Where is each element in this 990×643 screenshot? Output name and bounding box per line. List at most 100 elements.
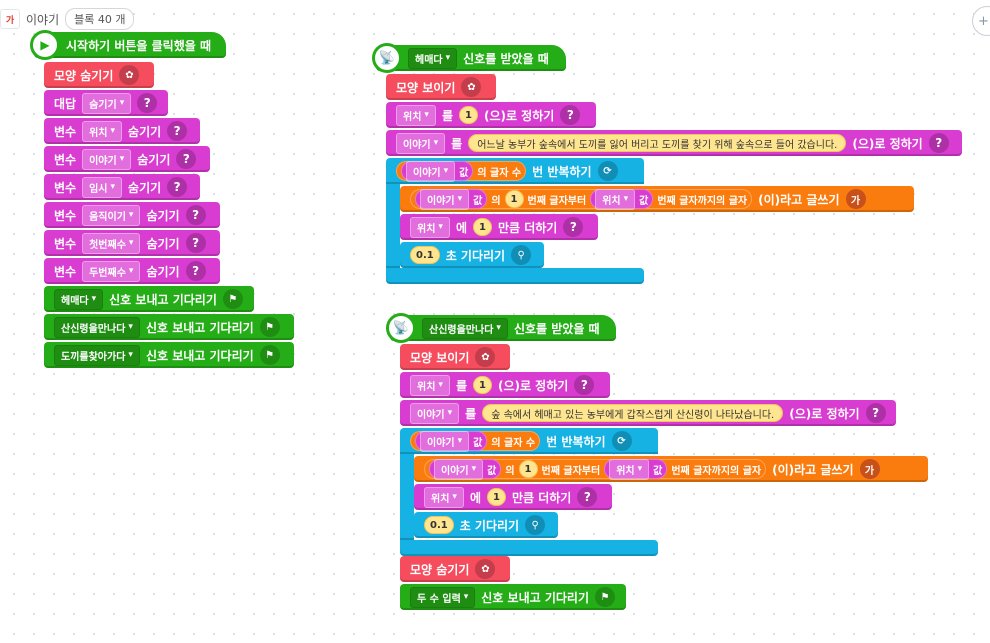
seconds-input[interactable]: 0.1 xyxy=(410,246,440,264)
wait-block[interactable]: 0.1 초 기다리기 ⚲ xyxy=(414,512,558,538)
variable-dropdown[interactable]: 위치 xyxy=(82,120,123,142)
block-count-badge: 블록 40 개 xyxy=(65,8,135,30)
var-hide-block[interactable]: 변수 움직이기 숨기기 ? xyxy=(44,202,220,228)
var-hide-block[interactable]: 변수 첫번째수 숨기기 ? xyxy=(44,230,220,256)
substring-reporter[interactable]: 이야기 값 의 1 번째 글자부터 위치 값 번째 글자까지의 글자 xyxy=(410,188,753,210)
value-input[interactable]: 1 xyxy=(458,106,478,124)
set-variable-block[interactable]: 이야기 를 어느날 농부가 숲속에서 도끼를 잃어 버리고 도끼를 찾기 위해 … xyxy=(386,130,962,156)
start-hat-block[interactable]: ▶ 시작하기 버튼을 클릭했을 때 xyxy=(30,30,226,60)
substring-reporter[interactable]: 이야기 값 의 1 번째 글자부터 위치 값 번째 글자까지의 글자 xyxy=(424,458,767,480)
variable-value-reporter[interactable]: 위치 값 xyxy=(604,458,668,480)
help-icon[interactable]: ? xyxy=(185,233,206,253)
variable-value-reporter[interactable]: 위치 값 xyxy=(590,188,654,210)
signal-dropdown[interactable]: 산신령을만나다 xyxy=(54,316,140,338)
answer-dropdown[interactable]: 숨기기 xyxy=(82,92,132,114)
variable-value-reporter[interactable]: 이야기 값 xyxy=(401,160,474,182)
block-suffix: 숨기기 xyxy=(137,152,171,167)
variable-dropdown[interactable]: 위치 xyxy=(396,104,436,126)
add-variable-block[interactable]: 위치 에 1 만큼 더하기 ? xyxy=(414,484,612,510)
string-input[interactable]: 어느날 농부가 숲속에서 도끼를 잃어 버리고 도끼를 찾기 위해 숲속으로 들… xyxy=(468,134,847,152)
set-variable-block[interactable]: 이야기 를 숲 속에서 헤매고 있는 농부에게 갑작스럽게 산신령이 나타났습니… xyxy=(400,400,896,426)
signal-hat-block[interactable]: 📡 산신령을만나다 신호를 받았을 때 xyxy=(386,313,616,343)
send-signal-block[interactable]: 두 수 입력 신호 보내고 기다리기 ⚑ xyxy=(400,584,626,610)
variable-dropdown[interactable]: 위치 xyxy=(410,374,450,396)
help-icon[interactable]: ? xyxy=(574,375,595,395)
start-index-input[interactable]: 1 xyxy=(518,460,538,478)
help-icon[interactable]: ? xyxy=(176,149,197,169)
object-name: 이야기 xyxy=(26,12,60,27)
help-icon[interactable]: ? xyxy=(167,121,188,141)
variable-dropdown[interactable]: 이야기 xyxy=(420,188,470,210)
repeat-block-foot xyxy=(400,540,658,556)
add-variable-block[interactable]: 위치 에 1 만큼 더하기 ? xyxy=(400,214,598,240)
variable-value-reporter[interactable]: 이야기 값 xyxy=(429,458,502,480)
block-suffix: (이)라고 글쓰기 xyxy=(758,192,840,207)
answer-hide-block[interactable]: 대답 숨기기 ? xyxy=(44,90,168,116)
help-icon[interactable]: ? xyxy=(185,205,206,225)
length-reporter[interactable]: 이야기 값 의 글자 수 xyxy=(410,430,541,452)
variable-dropdown[interactable]: 이야기 xyxy=(406,160,456,182)
variable-dropdown[interactable]: 이야기 xyxy=(396,132,446,154)
variable-dropdown[interactable]: 위치 xyxy=(609,458,650,480)
signal-hat-block[interactable]: 📡 헤매다 신호를 받았을 때 xyxy=(372,43,566,73)
var-hide-block[interactable]: 변수 위치 숨기기 ? xyxy=(44,118,200,144)
variable-dropdown[interactable]: 이야기 xyxy=(420,430,470,452)
var-hide-block[interactable]: 변수 이야기 숨기기 ? xyxy=(44,146,210,172)
send-signal-block[interactable]: 헤매다 신호 보내고 기다리기 ⚑ xyxy=(44,286,254,312)
set-variable-block[interactable]: 위치 를 1 (으)로 정하기 ? xyxy=(386,102,596,128)
variable-value-reporter[interactable]: 이야기 값 xyxy=(415,188,488,210)
help-icon[interactable]: ? xyxy=(167,177,188,197)
flag-icon: ⚑ xyxy=(595,587,616,607)
variable-dropdown[interactable]: 위치 xyxy=(595,188,636,210)
signal-dropdown[interactable]: 헤매다 xyxy=(408,47,458,69)
variable-value-reporter[interactable]: 이야기 값 xyxy=(415,430,488,452)
block-label: 에 xyxy=(455,220,467,235)
hide-shape-block[interactable]: 모양 숨기기 ✿ xyxy=(44,62,154,88)
help-icon[interactable]: ? xyxy=(928,133,949,153)
send-signal-block[interactable]: 도끼를찾아가다 신호 보내고 기다리기 ⚑ xyxy=(44,342,294,368)
variable-dropdown[interactable]: 움직이기 xyxy=(82,204,141,226)
signal-dropdown[interactable]: 산신령을만나다 xyxy=(422,317,508,339)
set-variable-block[interactable]: 위치 를 1 (으)로 정하기 ? xyxy=(400,372,610,398)
block-label: 신호 보내고 기다리기 xyxy=(109,292,217,307)
help-icon[interactable]: ? xyxy=(865,403,886,423)
value-input[interactable]: 1 xyxy=(486,488,506,506)
help-icon[interactable]: ? xyxy=(137,93,158,113)
show-shape-block[interactable]: 모양 보이기 ✿ xyxy=(400,344,510,370)
signal-dropdown[interactable]: 두 수 입력 xyxy=(410,586,476,608)
repeat-block[interactable]: 이야기 값 의 글자 수 번 반복하기 ⟳ xyxy=(400,428,658,454)
variable-dropdown[interactable]: 위치 xyxy=(410,216,450,238)
write-text-block[interactable]: 이야기 값 의 1 번째 글자부터 위치 값 번째 글자까지의 글자 (이)라고… xyxy=(400,186,914,212)
show-shape-block[interactable]: 모양 보이기 ✿ xyxy=(386,74,496,100)
value-input[interactable]: 1 xyxy=(472,376,492,394)
variable-dropdown[interactable]: 임시 xyxy=(82,176,123,198)
variable-dropdown[interactable]: 첫번째수 xyxy=(82,232,141,254)
signal-dropdown[interactable]: 헤매다 xyxy=(54,288,104,310)
signal-dropdown[interactable]: 도끼를찾아가다 xyxy=(54,344,140,366)
variable-dropdown[interactable]: 이야기 xyxy=(410,402,460,424)
hide-shape-block[interactable]: 모양 숨기기 ✿ xyxy=(400,556,510,582)
zoom-button[interactable]: + xyxy=(972,6,990,36)
block-label: 모양 숨기기 xyxy=(54,68,114,83)
help-icon[interactable]: ? xyxy=(563,217,584,237)
help-icon[interactable]: ? xyxy=(577,487,598,507)
variable-dropdown[interactable]: 이야기 xyxy=(82,148,132,170)
help-icon[interactable]: ? xyxy=(185,261,206,281)
string-input[interactable]: 숲 속에서 헤매고 있는 농부에게 갑작스럽게 산신령이 나타났습니다. xyxy=(482,404,784,422)
seconds-input[interactable]: 0.1 xyxy=(424,516,454,534)
send-signal-block[interactable]: 산신령을만나다 신호 보내고 기다리기 ⚑ xyxy=(44,314,294,340)
write-text-block[interactable]: 이야기 값 의 1 번째 글자부터 위치 값 번째 글자까지의 글자 (이)라고… xyxy=(414,456,928,482)
var-hide-block[interactable]: 변수 임시 숨기기 ? xyxy=(44,174,200,200)
help-icon[interactable]: ? xyxy=(560,105,581,125)
variable-dropdown[interactable]: 이야기 xyxy=(434,458,484,480)
length-reporter[interactable]: 이야기 값 의 글자 수 xyxy=(396,160,527,182)
wait-block[interactable]: 0.1 초 기다리기 ⚲ xyxy=(400,242,544,268)
variable-dropdown[interactable]: 두번째수 xyxy=(82,260,141,282)
start-index-input[interactable]: 1 xyxy=(504,190,524,208)
flow-icon: ⚲ xyxy=(525,515,546,535)
repeat-block[interactable]: 이야기 값 의 글자 수 번 반복하기 ⟳ xyxy=(386,158,644,184)
value-input[interactable]: 1 xyxy=(472,218,492,236)
object-thumbnail[interactable]: 가 xyxy=(0,9,20,29)
var-hide-block[interactable]: 변수 두번째수 숨기기 ? xyxy=(44,258,220,284)
variable-dropdown[interactable]: 위치 xyxy=(424,486,464,508)
